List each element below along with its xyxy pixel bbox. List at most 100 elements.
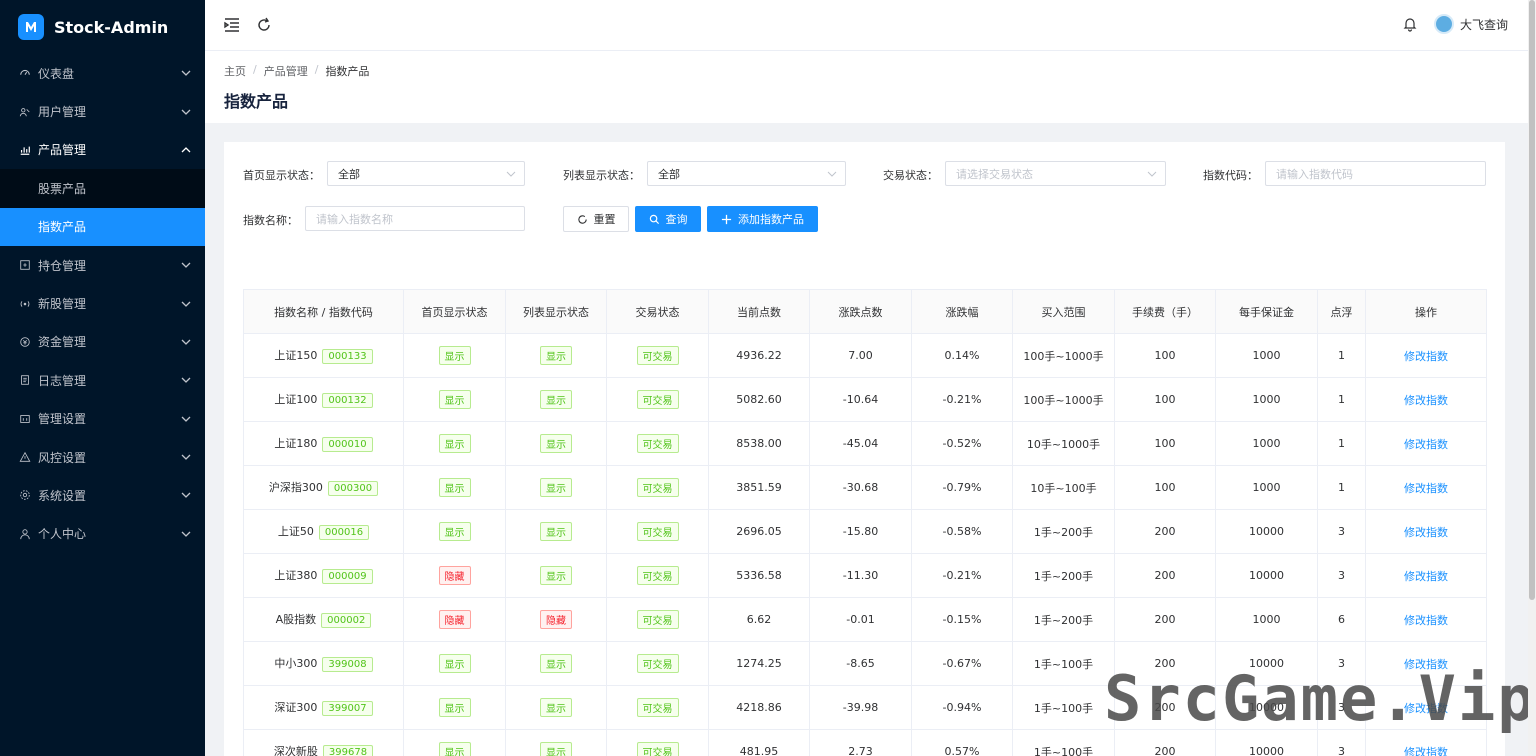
sidebar-item[interactable]: 日志管理 [0, 361, 205, 399]
chevron-down-icon [506, 171, 516, 177]
home-display-select[interactable]: 全部 [327, 161, 525, 186]
index-code-tag: 000133 [322, 349, 373, 364]
list-status-cell: 显示 [505, 333, 607, 378]
index-code-input[interactable]: 请输入指数代码 [1265, 161, 1486, 186]
search-icon [649, 214, 659, 224]
list-display-select[interactable]: 全部 [647, 161, 846, 186]
logo-icon [18, 14, 44, 40]
change-point-cell: -39.98 [809, 685, 912, 730]
buy-range-cell: 1手~100手 [1012, 641, 1115, 686]
sidebar-item[interactable]: 产品管理 [0, 131, 205, 169]
index-name-cell: 上证50 000016 [243, 509, 404, 554]
trade-status-badge: 可交易 [636, 346, 679, 365]
home-status-cell: 显示 [403, 377, 506, 422]
sidebar-item[interactable]: 持仓管理 [0, 246, 205, 284]
submenu-item[interactable]: 股票产品 [0, 169, 205, 207]
table-header: 指数名称 / 指数代码 首页显示状态 列表显示状态 交易状态 当前点数 涨跌点数 涨跌幅 买入… [243, 289, 1487, 334]
sidebar-item[interactable]: 资金管理 [0, 323, 205, 361]
home-status-cell: 显示 [403, 685, 506, 730]
current-point-cell: 6.62 [708, 597, 810, 642]
current-point-cell: 5336.58 [708, 553, 810, 598]
sidebar-item-label: 个人中心 [38, 527, 87, 542]
reset-button[interactable]: 重置 [563, 206, 629, 232]
breadcrumb-home[interactable]: 主页 [224, 63, 246, 79]
trade-status-select[interactable]: 请选择交易状态 [945, 161, 1166, 186]
sidebar-item[interactable]: 管理设置 [0, 400, 205, 438]
refresh-icon[interactable] [255, 16, 273, 34]
edit-index-link[interactable]: 修改指数 [1404, 438, 1448, 451]
margin-cell: 1000 [1215, 465, 1318, 510]
home-status-cell: 显示 [403, 421, 506, 466]
buy-range-cell: 1手~200手 [1012, 597, 1115, 642]
home-status-badge: 显示 [438, 522, 471, 541]
action-cell: 修改指数 [1365, 333, 1487, 378]
chevron-up-icon [181, 147, 191, 153]
trade-status-cell: 可交易 [606, 685, 709, 730]
index-name-cell: 上证100 000132 [243, 377, 404, 422]
sidebar-item-label: 持仓管理 [38, 258, 87, 273]
sidebar-item[interactable]: 风控设置 [0, 438, 205, 476]
change-percent-cell: 0.57% [911, 729, 1013, 756]
edit-index-link[interactable]: 修改指数 [1404, 570, 1448, 583]
submenu-item[interactable]: 指数产品 [0, 207, 205, 246]
page-title: 指数产品 [224, 92, 289, 111]
change-point-cell: -45.04 [809, 421, 912, 466]
person-icon [18, 527, 32, 541]
buy-range-cell: 10手~100手 [1012, 465, 1115, 510]
buy-range-cell: 10手~1000手 [1012, 421, 1115, 466]
index-code-tag: 399007 [322, 701, 373, 716]
add-index-button[interactable]: 添加指数产品 [707, 206, 818, 232]
edit-index-link[interactable]: 修改指数 [1404, 614, 1448, 627]
index-name: 上证150 [274, 349, 318, 362]
trade-status-badge: 可交易 [636, 610, 679, 629]
home-status-cell: 显示 [403, 333, 506, 378]
home-status-cell: 显示 [403, 729, 506, 756]
breadcrumb-product[interactable]: 产品管理 [264, 63, 308, 79]
sidebar-item[interactable]: 新股管理 [0, 284, 205, 322]
edit-index-link[interactable]: 修改指数 [1404, 394, 1448, 407]
edit-index-link[interactable]: 修改指数 [1404, 746, 1448, 756]
bell-icon[interactable] [1402, 16, 1418, 32]
index-code-tag: 399678 [322, 745, 374, 756]
page-header: 主页 / 产品管理 / 指数产品 指数产品 [205, 51, 1536, 123]
buy-range-cell: 100手~1000手 [1012, 377, 1115, 422]
current-point-cell: 4936.22 [708, 333, 810, 378]
sidebar-item[interactable]: 个人中心 [0, 515, 205, 553]
edit-index-link[interactable]: 修改指数 [1404, 350, 1448, 363]
float-cell: 3 [1317, 553, 1366, 598]
sidebar-item[interactable]: 仪表盘 [0, 54, 205, 92]
page-scrollbar[interactable] [1528, 0, 1536, 756]
add-index-button-label: 添加指数产品 [738, 213, 804, 226]
collapse-menu-icon[interactable] [223, 16, 241, 34]
trade-status-badge: 可交易 [636, 434, 679, 453]
float-cell: 3 [1317, 509, 1366, 554]
edit-index-link[interactable]: 修改指数 [1404, 526, 1448, 539]
search-button-label: 查询 [665, 213, 688, 226]
admin-settings-icon [18, 412, 32, 426]
index-code-tag: 000010 [322, 437, 373, 452]
avatar[interactable] [1433, 14, 1454, 34]
dashboard-icon [18, 66, 32, 80]
search-button[interactable]: 查询 [635, 206, 701, 232]
money-icon [18, 335, 32, 349]
list-status-badge: 显示 [540, 654, 572, 673]
edit-index-link[interactable]: 修改指数 [1404, 482, 1448, 495]
home-status-badge: 显示 [438, 390, 471, 409]
chart-icon [18, 143, 32, 157]
column-header: 点浮 [1317, 289, 1366, 334]
sidebar-item[interactable]: 用户管理 [0, 92, 205, 130]
list-display-value: 全部 [658, 167, 680, 181]
float-cell: 1 [1317, 333, 1366, 378]
logo[interactable]: Stock-Admin [0, 0, 205, 54]
scrollbar-thumb[interactable] [1529, 0, 1535, 600]
list-status-badge: 显示 [540, 478, 572, 497]
sidebar-item[interactable]: 系统设置 [0, 476, 205, 514]
buy-range-cell: 1手~100手 [1012, 729, 1115, 756]
index-name-input[interactable]: 请输入指数名称 [305, 206, 525, 231]
change-percent-cell: -0.79% [911, 465, 1013, 510]
table-row: 上证380 000009 隐藏 显示 可交易 5336.58 -11.30 -0.21% 1手~… [243, 553, 1487, 598]
index-code-tag: 000002 [321, 613, 372, 628]
change-point-cell: 2.73 [809, 729, 912, 756]
username[interactable]: 大飞查询 [1460, 16, 1508, 33]
table-row: 上证150 000133 显示 显示 可交易 4936.22 7.00 0.14% 100手~1… [243, 333, 1487, 378]
